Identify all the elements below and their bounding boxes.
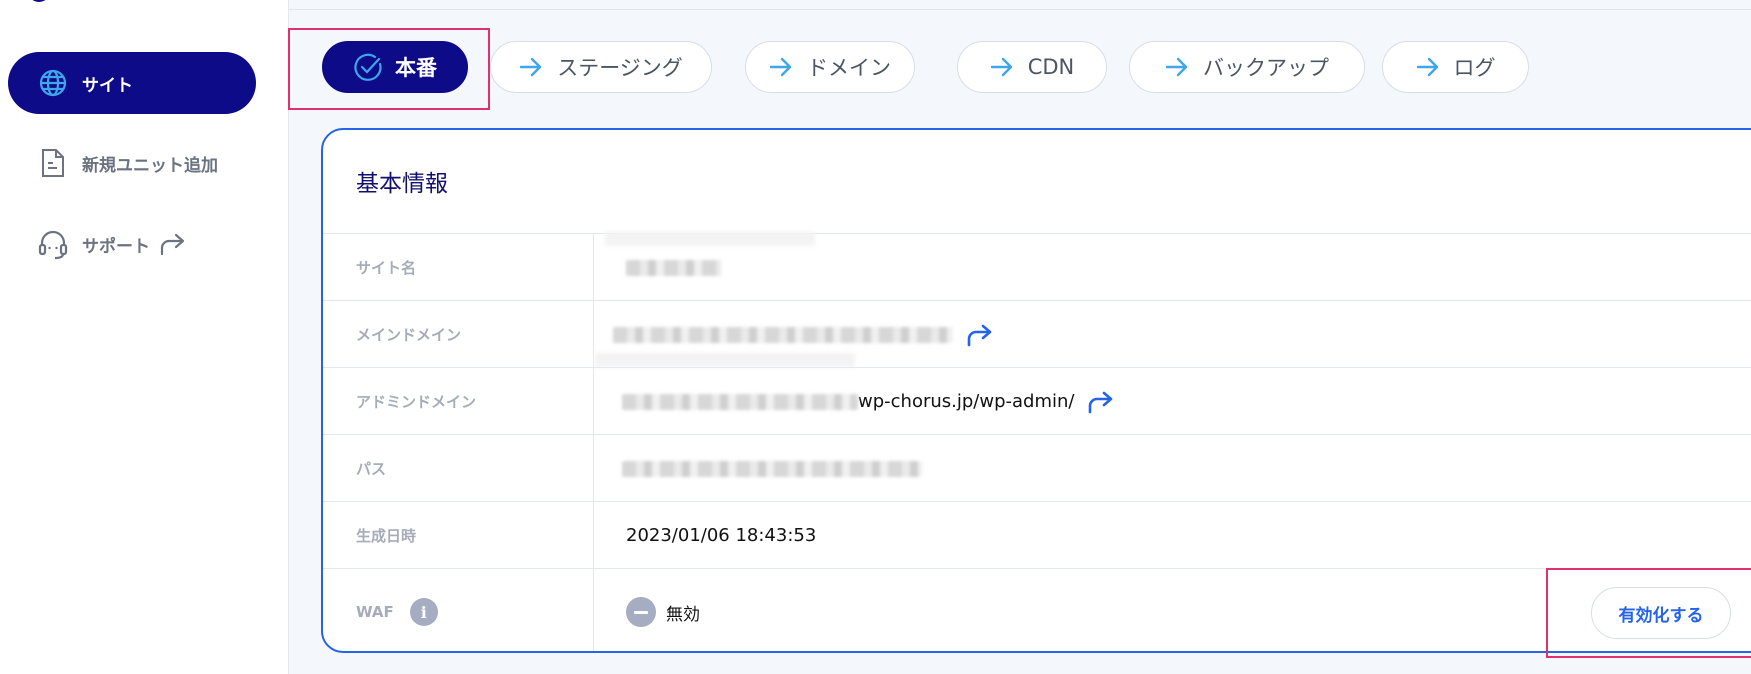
tab-staging[interactable]: ステージング [490, 41, 712, 93]
sidebar-item-site[interactable]: サイト [8, 52, 256, 114]
tab-cdn[interactable]: CDN [957, 41, 1107, 93]
redacted-text [605, 232, 815, 246]
sidebar-item-label: サポート [82, 236, 150, 257]
sidebar: サイト 新規ユニット追加 サポート [0, 0, 289, 674]
external-link-icon [158, 231, 188, 257]
row-path: パス [323, 435, 1751, 502]
logo [28, 0, 50, 2]
arrow-right-icon [1416, 57, 1440, 77]
tab-label: ドメイン [807, 56, 891, 80]
main-content: 本番 ステージング ドメイン CDN バックアップ ログ 基本情報 サイト名 メ… [288, 0, 1751, 674]
row-site-name: サイト名 [323, 232, 1751, 301]
row-label: WAF i [356, 569, 438, 651]
document-icon [36, 146, 70, 180]
enable-waf-button[interactable]: 有効化する [1591, 587, 1731, 639]
tab-label: CDN [1027, 55, 1075, 79]
arrow-right-icon [519, 57, 543, 77]
tab-backup[interactable]: バックアップ [1129, 41, 1365, 93]
row-label: パス [356, 460, 387, 478]
basic-info-card: 基本情報 サイト名 メインドメイン アドミンドメイン wp-chorus.jp/… [321, 128, 1751, 653]
headset-icon [36, 227, 70, 261]
row-waf: WAF i 無効 [323, 569, 1751, 651]
arrow-right-icon [1165, 57, 1189, 77]
sidebar-item-support[interactable]: サポート [8, 213, 256, 275]
admin-url[interactable]: wp-chorus.jp/wp-admin/ [858, 391, 1074, 412]
tab-domain[interactable]: ドメイン [745, 41, 915, 93]
arrow-right-icon [990, 57, 1014, 77]
arrow-right-icon [769, 57, 793, 77]
share-icon[interactable] [1086, 389, 1116, 415]
tab-label: ログ [1453, 56, 1496, 80]
waf-status: 無効 [626, 569, 700, 651]
redacted-text [613, 326, 953, 343]
row-created-at: 生成日時 2023/01/06 18:43:53 [323, 502, 1751, 569]
redacted-text [622, 393, 858, 410]
row-label: アドミンドメイン [356, 393, 477, 411]
globe-icon [36, 66, 70, 100]
redacted-text [626, 259, 721, 276]
row-value: wp-chorus.jp/wp-admin/ [622, 368, 1116, 435]
tab-label: バックアップ [1203, 56, 1329, 80]
tab-label: ステージング [557, 56, 683, 80]
waf-label: WAF [356, 603, 394, 621]
row-label: メインドメイン [356, 326, 462, 344]
waf-status-text: 無効 [666, 604, 700, 625]
card-title: 基本情報 [356, 171, 448, 197]
info-icon[interactable]: i [409, 598, 438, 626]
redacted-text [595, 353, 855, 367]
row-label: サイト名 [356, 259, 417, 277]
tab-production[interactable]: 本番 [322, 41, 468, 93]
divider [289, 9, 1751, 10]
tab-log[interactable]: ログ [1382, 41, 1529, 93]
share-icon[interactable] [965, 322, 995, 348]
sidebar-item-label: サイト [82, 75, 133, 96]
redacted-text [622, 460, 922, 477]
created-at-value: 2023/01/06 18:43:53 [626, 525, 817, 546]
sidebar-item-new-unit[interactable]: 新規ユニット追加 [8, 132, 256, 194]
row-admin-domain: アドミンドメイン wp-chorus.jp/wp-admin/ [323, 368, 1751, 435]
row-label: 生成日時 [356, 527, 417, 545]
check-circle-icon [353, 52, 383, 82]
sidebar-item-label: 新規ユニット追加 [82, 155, 218, 176]
tab-label: 本番 [395, 56, 437, 80]
row-main-domain: メインドメイン [323, 301, 1751, 368]
minus-circle-icon [626, 597, 656, 627]
row-value-redacted [622, 435, 922, 502]
